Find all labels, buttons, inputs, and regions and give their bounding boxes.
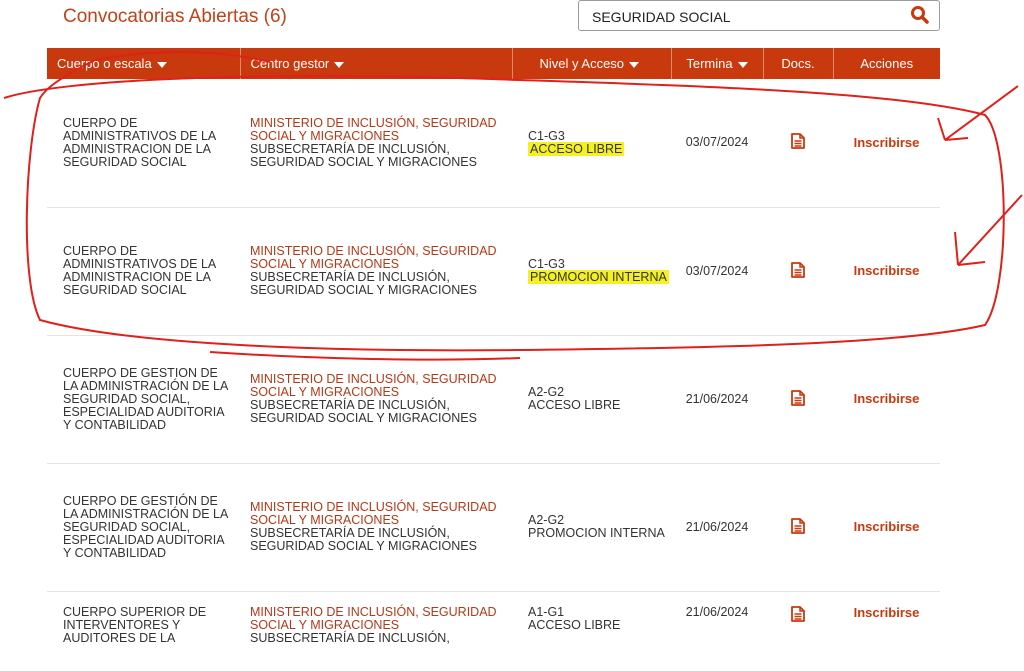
cell-nivel: C1-G3 PROMOCION INTERNA bbox=[512, 207, 671, 336]
inscribirse-link[interactable]: Inscribirse bbox=[854, 391, 920, 406]
subsecretaria-name: SUBSECRETARÍA DE INCLUSIÓN, SEGURIDAD SO… bbox=[250, 398, 477, 425]
table-row: CUERPO DE GESTIÓN DE LA ADMINISTRACIÓN D… bbox=[47, 463, 940, 592]
cell-termina: 03/07/2024 bbox=[671, 79, 763, 208]
table-row: CUERPO DE ADMINISTRATIVOS DE LA ADMINIST… bbox=[47, 79, 940, 208]
search-input[interactable] bbox=[579, 1, 899, 30]
ministry-name: MINISTERIO DE INCLUSIÓN, SEGURIDAD SOCIA… bbox=[250, 604, 497, 632]
ministry-name: MINISTERIO DE INCLUSIÓN, SEGURIDAD SOCIA… bbox=[250, 500, 497, 527]
cell-centro: MINISTERIO DE INCLUSIÓN, SEGURIDAD SOCIA… bbox=[240, 335, 512, 464]
cell-cuerpo: CUERPO SUPERIOR DE INTERVENTORES Y AUDIT… bbox=[47, 591, 240, 671]
acceso-type: ACCESO LIBRE bbox=[528, 398, 621, 412]
cell-nivel: A2-G2 ACCESO LIBRE bbox=[512, 335, 671, 464]
cell-acciones: Inscribirse bbox=[833, 591, 940, 671]
document-icon[interactable] bbox=[791, 517, 805, 537]
document-icon[interactable] bbox=[791, 261, 805, 281]
cell-termina: 21/06/2024 bbox=[671, 591, 763, 671]
nivel-code: A2-G2 bbox=[528, 385, 565, 399]
header-docs: Docs. bbox=[763, 48, 834, 79]
subsecretaria-name: SUBSECRETARÍA DE INCLUSIÓN, bbox=[250, 630, 450, 645]
nivel-code: C1-G3 bbox=[528, 257, 565, 271]
nivel-code: A1-G1 bbox=[528, 604, 565, 619]
subsecretaria-name: SUBSECRETARÍA DE INCLUSIÓN, SEGURIDAD SO… bbox=[250, 270, 477, 297]
cell-termina: 21/06/2024 bbox=[671, 463, 763, 592]
table-row: CUERPO SUPERIOR DE INTERVENTORES Y AUDIT… bbox=[47, 591, 940, 671]
annotation-arrow-bottom bbox=[954, 194, 1023, 266]
cell-cuerpo: CUERPO DE ADMINISTRATIVOS DE LA ADMINIST… bbox=[47, 79, 240, 208]
cell-cuerpo: CUERPO DE GESTION DE LA ADMINISTRACIÓN D… bbox=[47, 335, 240, 464]
inscribirse-link[interactable]: Inscribirse bbox=[854, 605, 920, 620]
document-icon[interactable] bbox=[791, 389, 805, 409]
subsecretaria-name: SUBSECRETARÍA DE INCLUSIÓN, SEGURIDAD SO… bbox=[250, 526, 477, 553]
acceso-type: ACCESO LIBRE bbox=[528, 617, 621, 632]
caret-down-icon bbox=[156, 61, 167, 68]
document-icon[interactable] bbox=[791, 605, 805, 625]
cell-cuerpo: CUERPO DE GESTIÓN DE LA ADMINISTRACIÓN D… bbox=[47, 463, 240, 592]
cell-acciones: Inscribirse bbox=[833, 79, 940, 208]
table-row: CUERPO DE ADMINISTRATIVOS DE LA ADMINIST… bbox=[47, 207, 940, 336]
cell-centro: MINISTERIO DE INCLUSIÓN, SEGURIDAD SOCIA… bbox=[240, 79, 512, 208]
cell-centro: MINISTERIO DE INCLUSIÓN, SEGURIDAD SOCIA… bbox=[240, 591, 512, 671]
acceso-type: PROMOCION INTERNA bbox=[528, 270, 669, 284]
search-icon bbox=[911, 6, 929, 24]
convocatorias-table: Cuerpo o escala Centro gestor Nivel y Ac… bbox=[47, 48, 940, 671]
subsecretaria-name: SUBSECRETARÍA DE INCLUSIÓN, SEGURIDAD SO… bbox=[250, 141, 477, 169]
search-button[interactable] bbox=[909, 5, 931, 27]
cell-nivel: C1-G3 ACCESO LIBRE bbox=[512, 79, 671, 208]
nivel-code: A2-G2 bbox=[528, 513, 565, 527]
cell-docs bbox=[763, 463, 833, 592]
cell-centro: MINISTERIO DE INCLUSIÓN, SEGURIDAD SOCIA… bbox=[240, 463, 512, 592]
header-centro[interactable]: Centro gestor bbox=[240, 48, 513, 79]
acceso-type: PROMOCION INTERNA bbox=[528, 526, 665, 540]
inscribirse-link[interactable]: Inscribirse bbox=[854, 519, 920, 534]
caret-down-icon bbox=[334, 61, 345, 68]
header-acciones: Acciones bbox=[833, 48, 940, 79]
cell-docs bbox=[763, 335, 833, 464]
cell-termina: 03/07/2024 bbox=[671, 207, 763, 336]
annotation-arrow-top bbox=[937, 85, 1019, 141]
search-box bbox=[578, 0, 940, 31]
nivel-code: C1-G3 bbox=[528, 128, 565, 143]
cell-docs bbox=[763, 207, 833, 336]
inscribirse-link[interactable]: Inscribirse bbox=[854, 135, 920, 150]
cell-nivel: A2-G2 PROMOCION INTERNA bbox=[512, 463, 671, 592]
table-row: CUERPO DE GESTION DE LA ADMINISTRACIÓN D… bbox=[47, 335, 940, 464]
cell-acciones: Inscribirse bbox=[833, 463, 940, 592]
cell-termina: 21/06/2024 bbox=[671, 335, 763, 464]
header-termina[interactable]: Termina bbox=[671, 48, 764, 79]
cell-docs bbox=[763, 79, 833, 208]
cell-cuerpo: CUERPO DE ADMINISTRATIVOS DE LA ADMINIST… bbox=[47, 207, 240, 336]
caret-down-icon bbox=[629, 61, 640, 68]
inscribirse-link[interactable]: Inscribirse bbox=[854, 263, 920, 278]
cell-centro: MINISTERIO DE INCLUSIÓN, SEGURIDAD SOCIA… bbox=[240, 207, 512, 336]
acceso-type: ACCESO LIBRE bbox=[528, 141, 625, 156]
cell-nivel: A1-G1 ACCESO LIBRE bbox=[512, 591, 671, 671]
cell-docs bbox=[763, 591, 833, 671]
ministry-name: MINISTERIO DE INCLUSIÓN, SEGURIDAD SOCIA… bbox=[250, 372, 497, 399]
page-title: Convocatorias Abiertas (6) bbox=[63, 6, 287, 27]
ministry-name: MINISTERIO DE INCLUSIÓN, SEGURIDAD SOCIA… bbox=[250, 115, 497, 143]
ministry-name: MINISTERIO DE INCLUSIÓN, SEGURIDAD SOCIA… bbox=[250, 244, 497, 271]
header-cuerpo[interactable]: Cuerpo o escala bbox=[47, 48, 241, 79]
table-header-row: Cuerpo o escala Centro gestor Nivel y Ac… bbox=[47, 48, 940, 79]
header-nivel[interactable]: Nivel y Acceso bbox=[512, 48, 672, 79]
cell-acciones: Inscribirse bbox=[833, 335, 940, 464]
caret-down-icon bbox=[737, 61, 748, 68]
document-icon[interactable] bbox=[791, 133, 805, 152]
cell-acciones: Inscribirse bbox=[833, 207, 940, 336]
